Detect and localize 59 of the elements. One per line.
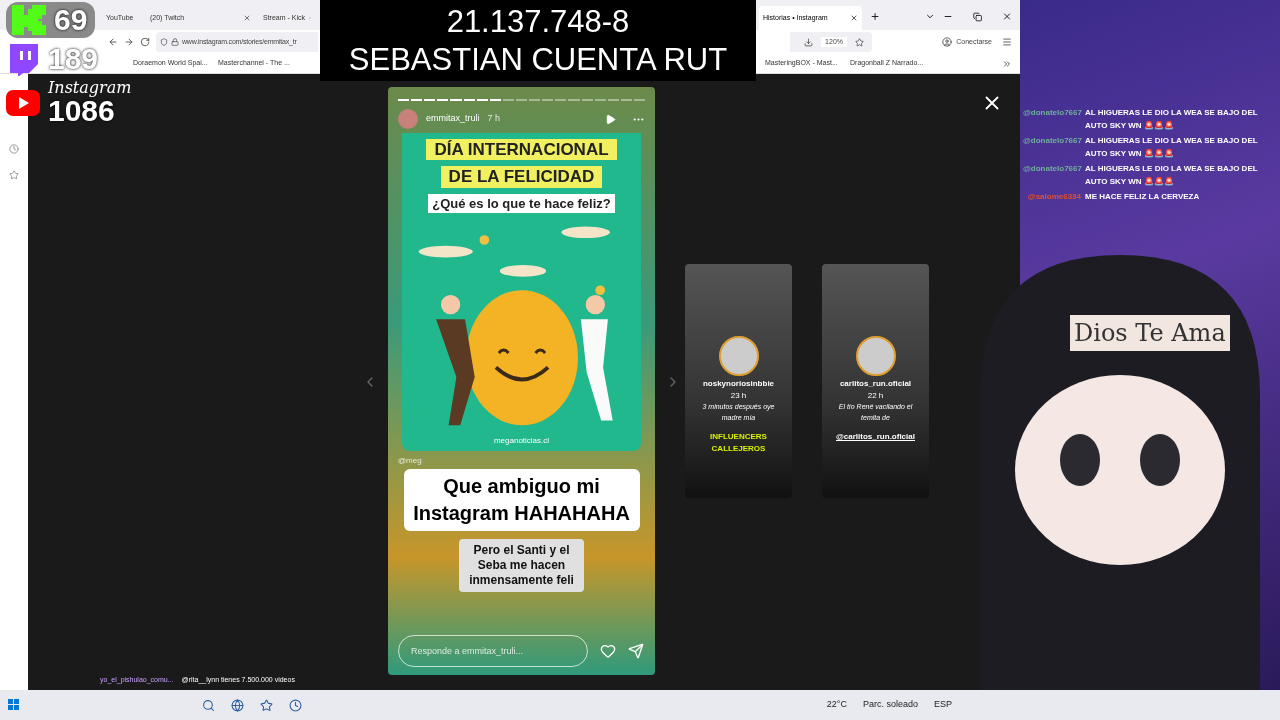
subcaption-sticker: Pero el Santi y el Seba me hacen inmensamente feli [459, 539, 584, 592]
taskbar-app-icon[interactable] [202, 698, 215, 712]
restore-icon[interactable] [972, 12, 982, 22]
new-tab-icon[interactable] [870, 11, 881, 22]
preview-time: 22 h [867, 390, 884, 402]
more-bookmarks-icon[interactable] [1002, 58, 1012, 69]
preview-username: carlitos_run.oficial [839, 378, 912, 390]
close-window-icon[interactable] [1001, 11, 1012, 22]
forward-icon[interactable] [124, 37, 134, 47]
caption-sticker: Que ambiguo mi Instagram HAHAHAHA [403, 469, 640, 531]
chat-username: @donatelo7667 [1023, 163, 1081, 175]
preview-avatar [718, 336, 759, 376]
like-icon[interactable] [600, 643, 616, 659]
windows-start-icon[interactable] [8, 699, 20, 711]
taskbar-app-icon[interactable] [231, 698, 244, 712]
preview-avatar [855, 336, 896, 376]
play-icon[interactable] [605, 113, 616, 125]
viewer-count: 1086 [48, 96, 115, 126]
back-icon[interactable] [108, 37, 118, 47]
avatar-forehead-text: Dios Te Ama [1070, 315, 1230, 351]
headline-text: DE LA FELICIDAD [440, 166, 603, 188]
taskbar-app-icon[interactable] [260, 698, 273, 712]
share-icon[interactable] [628, 643, 644, 659]
preview-tag: @carlitos_run.oficial [836, 431, 915, 443]
instagram-label: Instagram [48, 80, 132, 96]
preview-username: noskynoriosinbbie [702, 378, 775, 390]
viewer-count: 69 [54, 5, 88, 35]
menu-icon[interactable] [1002, 37, 1012, 47]
banner-title: SEBASTIAN CUENTA RUT [348, 40, 728, 79]
chat-username: @donatelo7667 [1023, 135, 1081, 147]
chat-message: ME HACE FELIZ LA CERVEZA [1085, 191, 1200, 203]
weather-text[interactable]: Parc. soleado [862, 698, 918, 712]
keyboard-language[interactable]: ESP [934, 698, 952, 712]
bookmarks-icon[interactable] [9, 170, 19, 180]
story-time: 7 h [487, 112, 501, 126]
chat-message: AL HIGUERAS LE DIO LA WEA SE BAJO DEL AUTO SKY WN 🚨🚨🚨 [1085, 107, 1259, 132]
viewer-count: 189 [48, 44, 99, 74]
source-text: meganoticias.cl [493, 435, 550, 447]
mention-text: @meg [398, 455, 422, 467]
headline-text: DÍA INTERNACIONAL [426, 139, 617, 161]
chat-message: AL HIGUERAS LE DIO LA WEA SE BAJO DEL AUTO SKY WN 🚨🚨🚨 [1085, 135, 1259, 160]
weather-temperature[interactable]: 22°C [826, 698, 847, 712]
account-icon [942, 37, 953, 47]
reload-icon[interactable] [140, 37, 150, 47]
chat-username: @salome6334 [1026, 191, 1081, 203]
chat-username: @donatelo7667 [1023, 107, 1081, 119]
bookmark-star-icon[interactable] [855, 37, 864, 47]
lock-icon [171, 38, 179, 46]
reply-field[interactable]: Responde a emmitax_truli... [398, 635, 588, 667]
question-text: ¿Qué es lo que te hace feliz? [428, 193, 615, 213]
chat-message: AL HIGUERAS LE DIO LA WEA SE BAJO DEL AUTO SKY WN 🚨🚨🚨 [1085, 163, 1259, 188]
rut-number: 21.137.748-8 [446, 2, 630, 41]
history-icon[interactable] [9, 144, 19, 154]
preview-tag: INFLUENCERS CALLEJEROS [685, 431, 792, 455]
shield-icon [160, 38, 168, 46]
taskbar-app-icon[interactable] [289, 698, 302, 712]
story-username[interactable]: emmitax_truli [426, 112, 480, 126]
download-icon[interactable] [804, 37, 814, 47]
preview-time: 23 h [730, 390, 747, 402]
